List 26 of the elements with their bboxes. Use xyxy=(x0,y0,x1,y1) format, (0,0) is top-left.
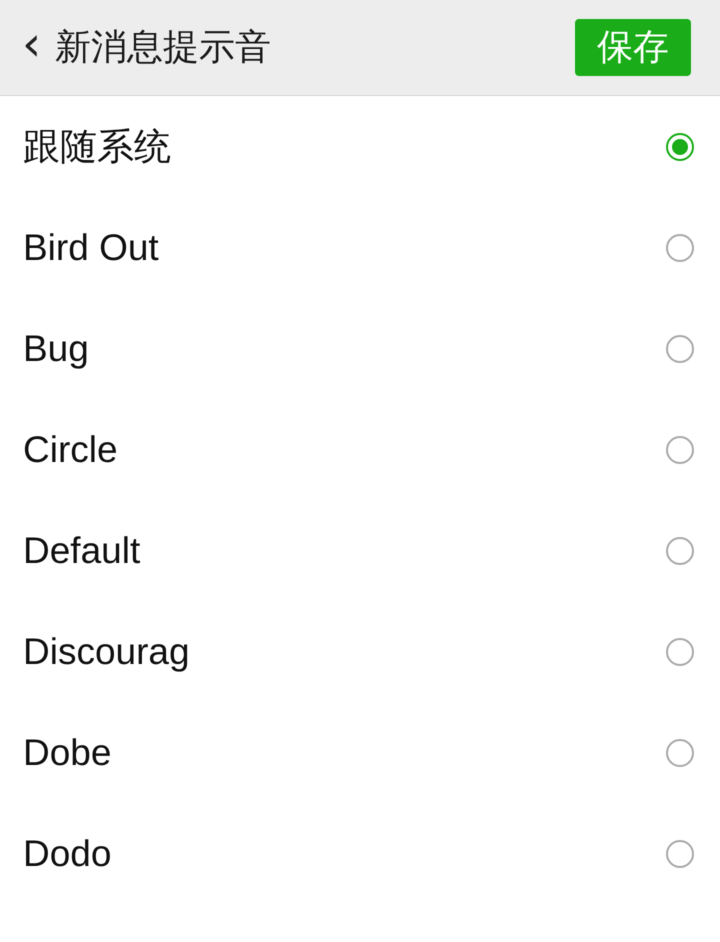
option-row[interactable]: Bird Out xyxy=(0,197,720,298)
back-button[interactable]: ‹ xyxy=(22,20,56,76)
radio-button[interactable] xyxy=(666,738,694,766)
radio-button[interactable] xyxy=(666,234,694,262)
option-label: Bug xyxy=(23,326,89,371)
radio-button[interactable] xyxy=(666,132,694,160)
option-row[interactable]: Default xyxy=(0,500,720,601)
option-row[interactable]: Dodo xyxy=(0,803,720,904)
option-row[interactable]: Discourag xyxy=(0,601,720,702)
option-label: Default xyxy=(23,528,140,573)
option-row[interactable]: 跟随系统 xyxy=(0,96,720,197)
page-title: 新消息提示音 xyxy=(55,26,272,70)
radio-button[interactable] xyxy=(666,536,694,564)
option-row[interactable]: Dobe xyxy=(0,702,720,803)
option-label: Dobe xyxy=(23,730,112,775)
option-label: Bird Out xyxy=(23,226,159,270)
radio-button[interactable] xyxy=(666,638,694,666)
option-label: Dodo xyxy=(23,832,112,876)
radio-button[interactable] xyxy=(666,840,694,868)
option-row[interactable]: Circle xyxy=(0,399,720,500)
option-label: Discourag xyxy=(23,630,190,674)
option-row[interactable]: Bug xyxy=(0,298,720,399)
option-label: Circle xyxy=(23,428,118,472)
option-label: 跟随系统 xyxy=(23,124,171,169)
radio-button[interactable] xyxy=(666,436,694,464)
radio-button[interactable] xyxy=(666,334,694,362)
